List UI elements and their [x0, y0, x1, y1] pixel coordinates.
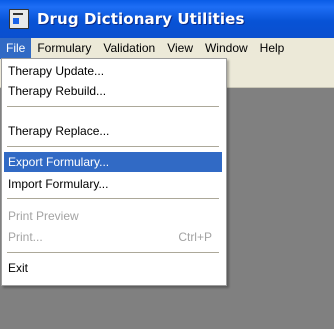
menu-formulary[interactable]: Formulary	[31, 38, 97, 59]
menu-item-label: Therapy Replace...	[8, 124, 110, 138]
menu-item-therapy-update[interactable]: Therapy Update...	[4, 61, 222, 81]
menu-item-import-formulary[interactable]: Import Formulary...	[4, 174, 222, 194]
menu-item-label: Exit	[8, 261, 29, 275]
file-menu-dropdown: Therapy Update... Therapy Rebuild... The…	[1, 58, 227, 286]
window-title: Drug Dictionary Utilities	[37, 10, 245, 28]
menu-item-label: Therapy Rebuild...	[8, 84, 107, 98]
menu-window[interactable]: Window	[199, 38, 254, 59]
menu-validation[interactable]: Validation	[97, 38, 161, 59]
menu-item-print: Print... Ctrl+P	[4, 227, 222, 247]
menu-separator	[7, 198, 219, 199]
menu-item-export-formulary[interactable]: Export Formulary...	[4, 152, 222, 172]
menu-item-label: Print Preview	[8, 209, 79, 223]
menu-item-print-preview: Print Preview	[4, 206, 222, 226]
menu-item-label: Therapy Update...	[8, 64, 105, 78]
app-window: Drug Dictionary Utilities File Formulary…	[0, 0, 334, 329]
menu-item-exit[interactable]: Exit	[4, 258, 222, 278]
menu-item-label: Export Formulary...	[8, 155, 110, 169]
menu-item-therapy-rebuild[interactable]: Therapy Rebuild...	[4, 81, 222, 101]
menu-item-label: Print...	[8, 230, 43, 244]
menu-bar: File Formulary Validation View Window He…	[0, 38, 334, 59]
menu-separator	[7, 106, 219, 107]
menu-item-shortcut: Ctrl+P	[178, 230, 212, 244]
app-document-icon[interactable]	[9, 9, 29, 29]
menu-item-therapy-replace[interactable]: Therapy Replace...	[4, 121, 222, 141]
menu-separator	[7, 252, 219, 253]
menu-item-label: Import Formulary...	[8, 177, 109, 191]
menu-separator	[7, 146, 219, 147]
menu-view[interactable]: View	[161, 38, 199, 59]
menu-help[interactable]: Help	[254, 38, 291, 59]
title-bar[interactable]: Drug Dictionary Utilities	[0, 0, 334, 38]
menu-file[interactable]: File	[0, 38, 32, 59]
